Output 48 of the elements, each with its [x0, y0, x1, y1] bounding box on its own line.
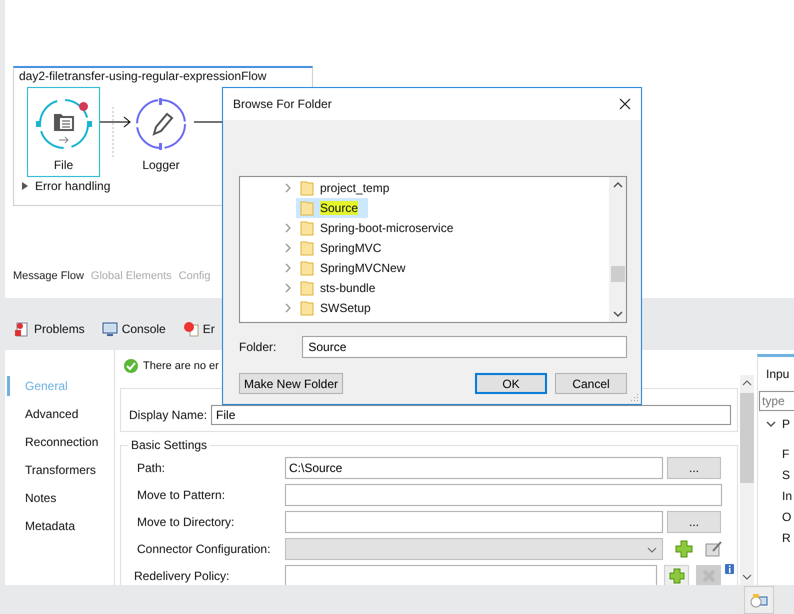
- flow-node[interactable]: File: [27, 87, 100, 177]
- properties-nav-item[interactable]: Metadata: [7, 516, 114, 536]
- properties-nav-item[interactable]: Reconnection: [7, 432, 114, 452]
- flow-node[interactable]: Logger: [134, 87, 188, 177]
- properties-nav-item[interactable]: Transformers: [7, 460, 114, 480]
- field-label: Move to Pattern:: [137, 488, 226, 502]
- editor-tab[interactable]: Message Flow: [13, 270, 84, 282]
- tree-item[interactable]: R: [782, 529, 794, 547]
- view-tab[interactable]: Problems: [14, 321, 85, 337]
- cancel-button[interactable]: Cancel: [555, 373, 627, 394]
- status-message: There are no er: [143, 360, 219, 372]
- browse-button[interactable]: ...: [667, 456, 721, 478]
- tree-item[interactable]: P: [782, 417, 790, 431]
- ok-button[interactable]: OK: [475, 373, 547, 394]
- folder-item[interactable]: sts-bundle: [296, 278, 386, 298]
- view-tab[interactable]: Er: [182, 321, 215, 337]
- search-field[interactable]: type: [759, 391, 794, 411]
- properties-nav-item[interactable]: Notes: [7, 488, 114, 508]
- folder-item[interactable]: Spring-boot-microservice: [296, 218, 464, 238]
- field-label: Folder:: [239, 340, 276, 354]
- folder-item[interactable]: Source: [296, 198, 368, 218]
- tree-item[interactable]: F: [782, 445, 794, 463]
- field-label: Connector Configuration:: [137, 542, 272, 556]
- field-label: Redelivery Policy:: [134, 568, 230, 582]
- browse-button[interactable]: ...: [667, 510, 721, 532]
- field-label: Path:: [137, 460, 166, 474]
- tree-item[interactable]: S: [782, 466, 794, 484]
- properties-nav-item[interactable]: Advanced: [7, 404, 114, 424]
- field-label: Move to Directory:: [137, 514, 236, 528]
- folder-item[interactable]: SpringMVCNew: [296, 258, 416, 278]
- tree-item[interactable]: In: [782, 487, 794, 505]
- field-label: Display Name:: [129, 407, 208, 424]
- folder-item[interactable]: SpringMVC: [296, 238, 392, 258]
- node-label: Logger: [142, 158, 180, 172]
- dialog-title: Browse For Folder: [233, 97, 332, 111]
- folder-item[interactable]: SWSetup: [296, 298, 381, 318]
- display-name-field[interactable]: File: [211, 405, 732, 425]
- make-new-folder-button[interactable]: Make New Folder: [239, 373, 343, 394]
- node-label: File: [54, 158, 74, 172]
- error-handling-label[interactable]: Error handling: [35, 179, 110, 193]
- folder-field[interactable]: Source: [302, 336, 627, 358]
- group-title: Basic Settings: [130, 438, 208, 452]
- flow-title: day2-filetransfer-using-regular-expressionFlow: [19, 69, 268, 85]
- tree-item[interactable]: O: [782, 508, 794, 526]
- view-tab[interactable]: Console: [102, 321, 166, 337]
- panel-tab[interactable]: Inpu: [766, 367, 794, 383]
- folder-item[interactable]: project_temp: [296, 178, 400, 198]
- text-field[interactable]: C:\Source: [285, 456, 663, 478]
